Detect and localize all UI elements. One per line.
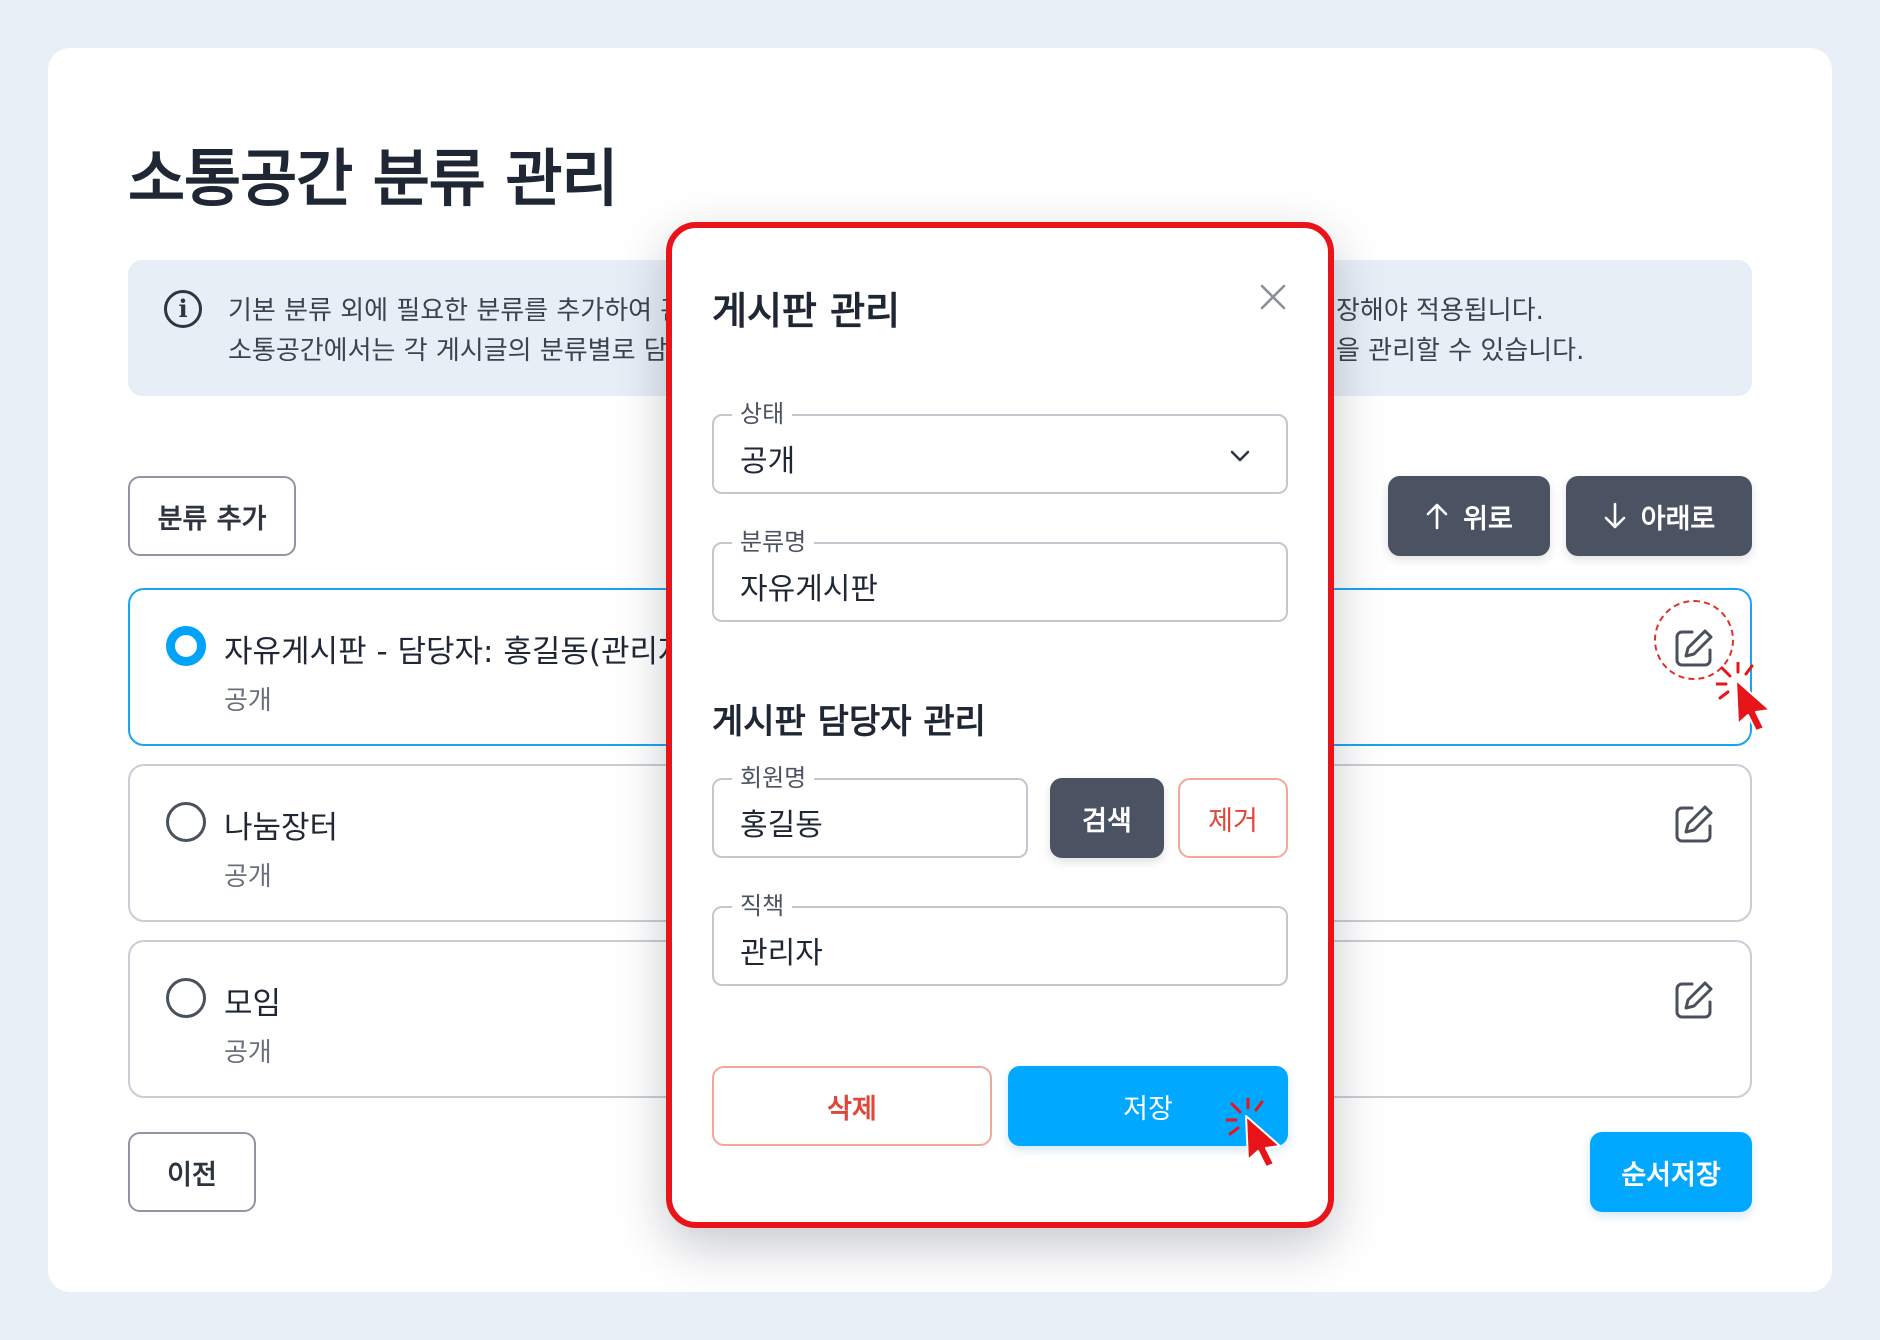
add-category-button[interactable]: 분류 추가 xyxy=(128,476,296,556)
arrow-down-icon xyxy=(1604,502,1626,529)
member-name-field[interactable]: 회원명 홍길동 xyxy=(712,760,1028,858)
close-icon[interactable] xyxy=(1258,282,1288,312)
status-label: 상태 xyxy=(732,396,793,432)
click-cursor-icon xyxy=(1226,1098,1281,1168)
category-name-label: 분류명 xyxy=(732,524,815,560)
edit-icon[interactable] xyxy=(1672,626,1716,670)
arrow-up-icon xyxy=(1426,503,1448,530)
chevron-down-icon xyxy=(1230,450,1250,462)
category-title: 모임 xyxy=(224,986,282,1022)
edit-icon[interactable] xyxy=(1672,802,1716,846)
category-name-field[interactable]: 분류명 자유게시판 xyxy=(712,524,1288,622)
board-management-modal: 게시판 관리 상태 공개 분류명 자유게시판 게시판 담당자 관리 회원명 홍길… xyxy=(666,222,1334,1228)
move-down-button[interactable]: 아래로 xyxy=(1566,476,1752,556)
radio-button-selected[interactable] xyxy=(166,626,206,666)
info-line-1-end: 장해야 적용됩니다. xyxy=(1336,296,1544,326)
category-name-value: 자유게시판 xyxy=(740,572,878,607)
radio-button[interactable] xyxy=(166,978,206,1018)
info-icon: i xyxy=(164,290,202,328)
category-status: 공개 xyxy=(224,686,272,716)
page-title: 소통공간 분류 관리 xyxy=(128,142,618,215)
previous-button[interactable]: 이전 xyxy=(128,1132,256,1212)
info-line-1: 기본 분류 외에 필요한 분류를 추가하여 관 xyxy=(228,296,685,326)
position-value: 관리자 xyxy=(740,936,823,971)
info-line-2: 소통공간에서는 각 게시글의 분류별로 담 xyxy=(228,336,668,366)
modal-title: 게시판 관리 xyxy=(712,289,901,333)
position-field[interactable]: 직책 관리자 xyxy=(712,888,1288,986)
member-name-value: 홍길동 xyxy=(740,808,823,843)
remove-button[interactable]: 제거 xyxy=(1178,778,1288,858)
member-name-label: 회원명 xyxy=(732,760,815,796)
category-status: 공개 xyxy=(224,862,272,892)
position-label: 직책 xyxy=(732,888,793,924)
move-up-button[interactable]: 위로 xyxy=(1388,476,1550,556)
status-value: 공개 xyxy=(740,444,796,479)
search-button[interactable]: 검색 xyxy=(1050,778,1164,858)
category-status: 공개 xyxy=(224,1038,272,1068)
delete-button[interactable]: 삭제 xyxy=(712,1066,992,1146)
move-down-label: 아래로 xyxy=(1640,503,1716,535)
radio-button[interactable] xyxy=(166,802,206,842)
manager-section-title: 게시판 담당자 관리 xyxy=(712,702,986,742)
category-title: 자유게시판 - 담당자: 홍길동(관리자 xyxy=(224,634,687,670)
info-line-2-end: 을 관리할 수 있습니다. xyxy=(1336,336,1585,366)
edit-icon[interactable] xyxy=(1672,978,1716,1022)
click-cursor-icon xyxy=(1716,662,1771,732)
save-order-button[interactable]: 순서저장 xyxy=(1590,1132,1752,1212)
move-up-label: 위로 xyxy=(1463,503,1513,535)
status-select[interactable]: 상태 공개 xyxy=(712,396,1288,494)
category-title: 나눔장터 xyxy=(224,810,339,846)
